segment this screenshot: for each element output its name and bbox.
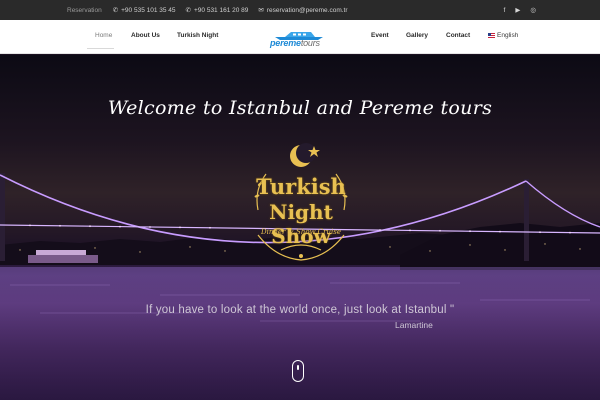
quote-author: Lamartine <box>395 320 433 330</box>
nav-home[interactable]: Home <box>95 32 112 39</box>
nav-about-us[interactable]: About Us <box>131 32 160 39</box>
emblem-subtitle: Dinner & Show Cruise <box>261 228 341 236</box>
emblem-title-line1: Turkish <box>256 174 346 199</box>
phone-icon: ✆ <box>185 7 191 14</box>
facebook-icon[interactable]: f <box>504 7 506 14</box>
language-label: English <box>497 32 519 39</box>
mouse-wheel <box>297 365 299 370</box>
phone-number-2[interactable]: +90 531 161 20 89 <box>194 7 248 14</box>
emblem-title-line2: Night Show <box>269 200 333 248</box>
hero-quote: If you have to look at the world once, j… <box>145 304 455 316</box>
social-links: f ▶ ◎ <box>504 0 536 20</box>
top-bar: Reservation ✆ +90 535 101 35 45 ✆ +90 53… <box>0 0 600 20</box>
youtube-icon[interactable]: ▶ <box>515 6 520 14</box>
logo-wordmark: peremetours <box>270 38 320 48</box>
email-contact[interactable]: ✉ reservation@pereme.com.tr <box>258 6 348 15</box>
turkish-night-show-emblem: Turkish Night Show Dinner & Show Cruise <box>236 140 366 268</box>
us-flag-icon <box>488 32 495 38</box>
phone-contact-2[interactable]: ✆ +90 531 161 20 89 <box>185 6 249 15</box>
nav-turkish-night[interactable]: Turkish Night <box>177 32 218 39</box>
welcome-heading: Welcome to Istanbul and Pereme tours <box>107 97 493 119</box>
mouse-scroll-icon[interactable] <box>292 360 304 382</box>
language-selector[interactable]: English <box>488 32 518 39</box>
envelope-icon: ✉ <box>258 7 264 14</box>
nav-event[interactable]: Event <box>371 32 389 39</box>
site-logo[interactable]: peremetours <box>268 30 332 50</box>
instagram-icon[interactable]: ◎ <box>530 6 536 14</box>
phone-icon: ✆ <box>112 7 119 14</box>
top-contact-group: Reservation ✆ +90 535 101 35 45 ✆ +90 53… <box>67 0 348 20</box>
nav-gallery[interactable]: Gallery <box>406 32 428 39</box>
phone-contact-1[interactable]: ✆ +90 535 101 35 45 <box>112 6 176 15</box>
phone-number-1[interactable]: +90 535 101 35 45 <box>121 7 175 14</box>
reservation-label: Reservation <box>67 6 102 14</box>
email-address[interactable]: reservation@pereme.com.tr <box>267 7 348 14</box>
nav-contact[interactable]: Contact <box>446 32 470 39</box>
nav-active-indicator <box>87 48 114 49</box>
